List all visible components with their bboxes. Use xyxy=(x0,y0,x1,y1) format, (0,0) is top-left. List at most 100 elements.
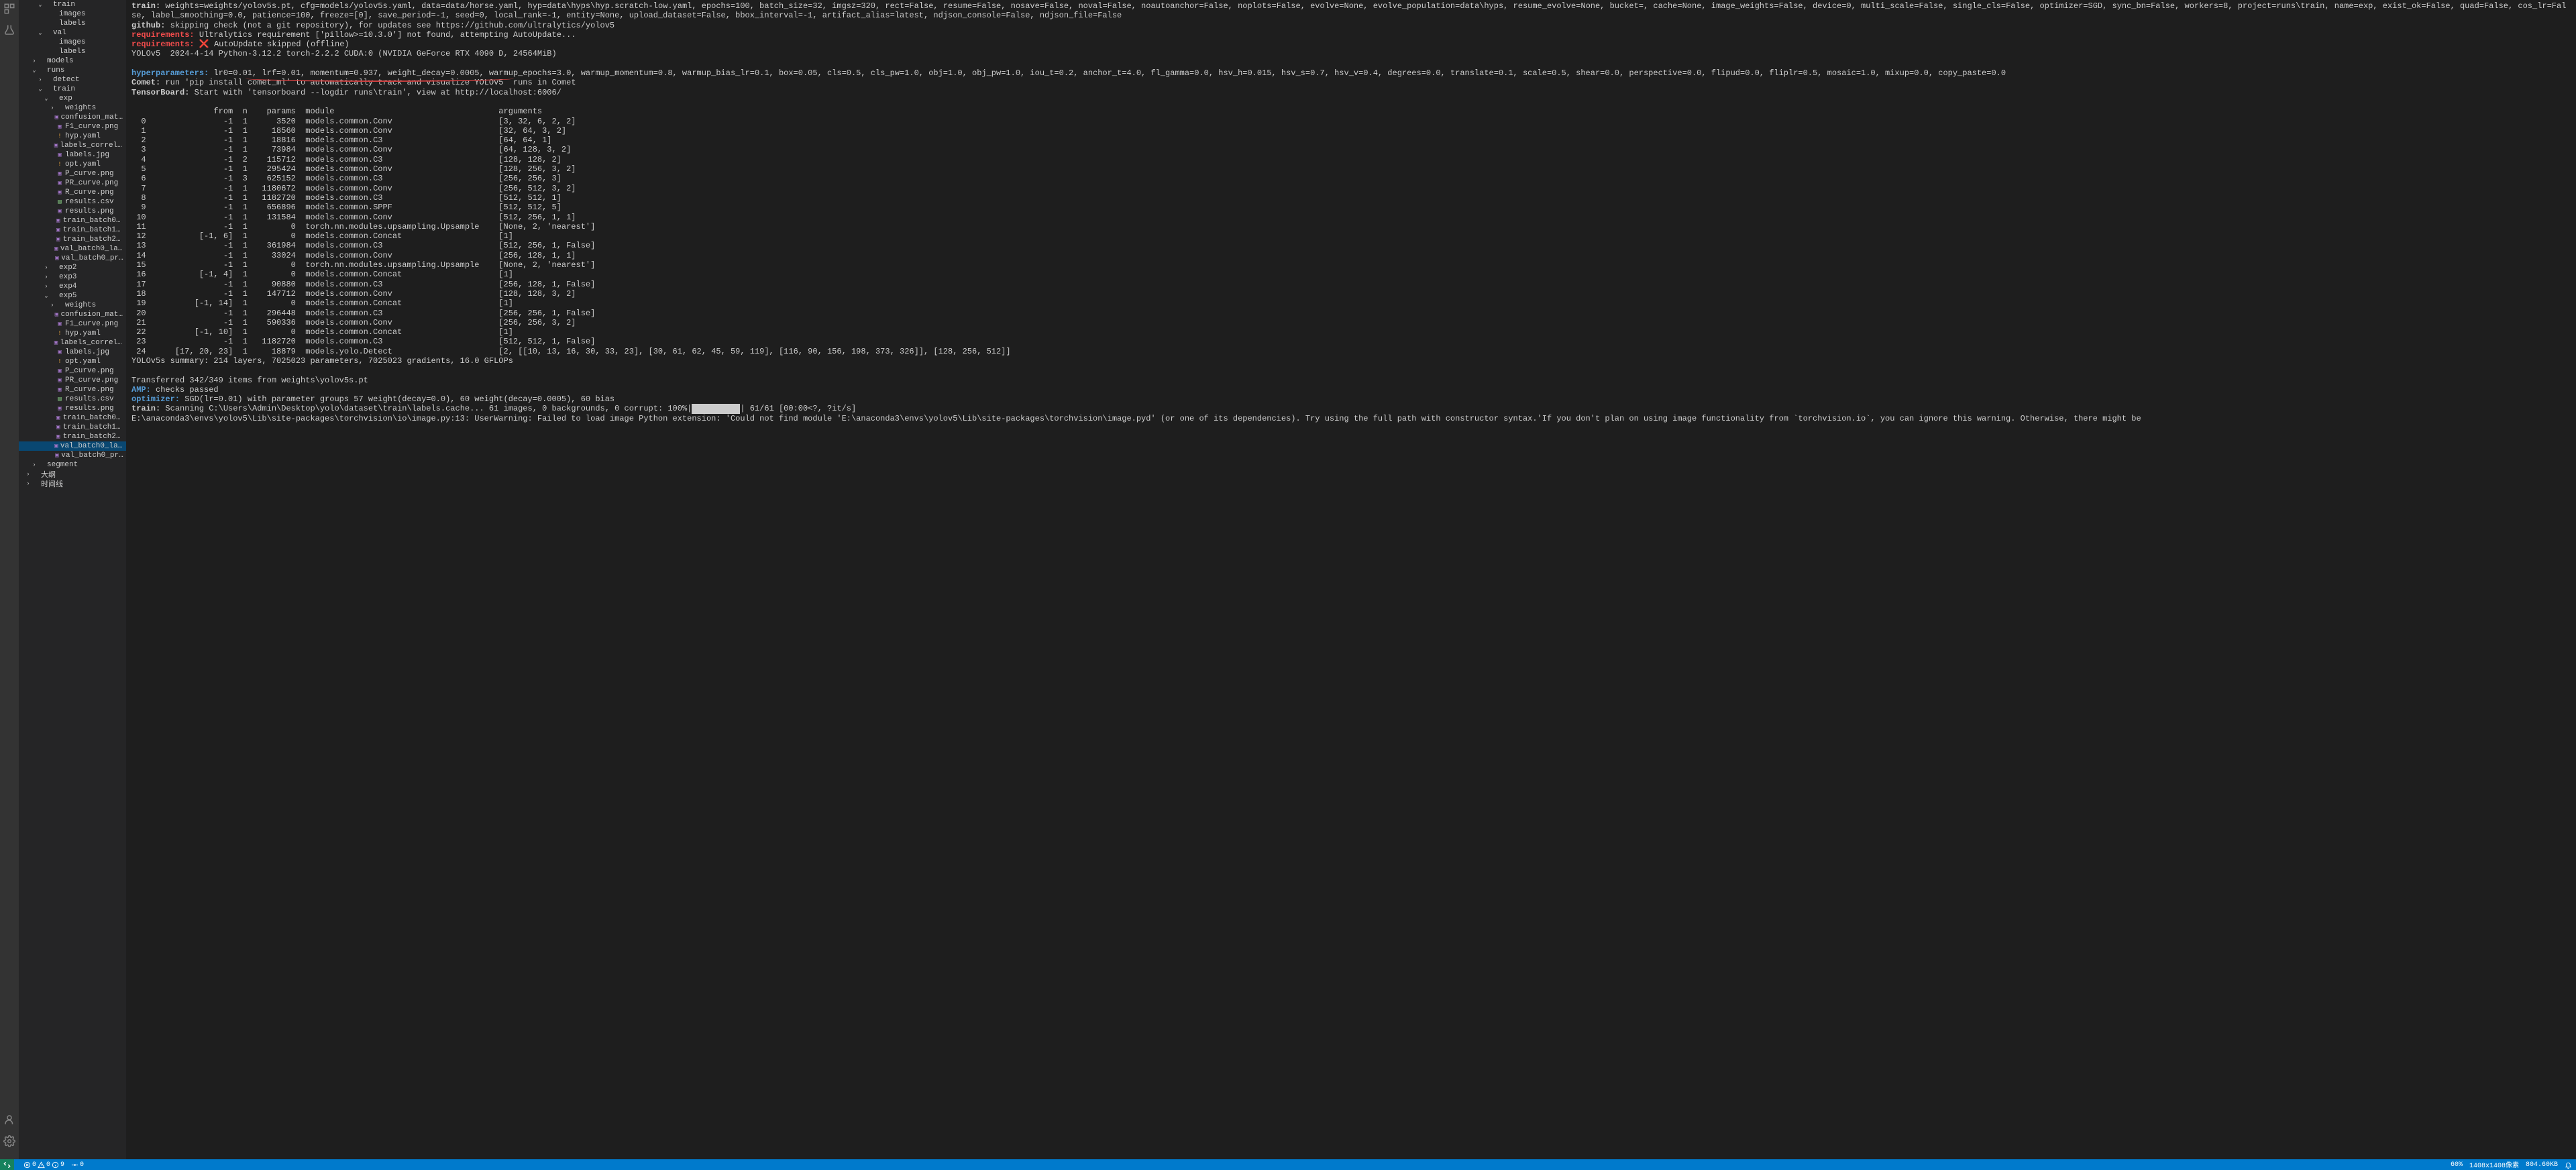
chevron-icon: ⌄ xyxy=(37,30,44,36)
folder-item[interactable]: ›models xyxy=(19,56,126,66)
testing-icon[interactable] xyxy=(3,24,15,36)
terminal-line xyxy=(131,366,2571,375)
tree-item-label: hyp.yaml xyxy=(65,329,101,337)
file-item[interactable]: ▣train_batch0.jpg xyxy=(19,413,126,423)
terminal-line: 17 -1 1 90880 models.common.C3 [256, 128… xyxy=(131,280,2571,289)
chevron-icon: › xyxy=(49,105,56,111)
terminal-line: 15 -1 1 0 torch.nn.modules.upsampling.Up… xyxy=(131,260,2571,270)
terminal-output[interactable]: train: weights=weights/yolov5s.pt, cfg=m… xyxy=(126,0,2576,1159)
file-item[interactable]: ▣labels_correlogram.jpg xyxy=(19,338,126,348)
file-item[interactable]: ▣labels.jpg xyxy=(19,348,126,357)
file-item[interactable]: ▣PR_curve.png xyxy=(19,178,126,188)
remote-indicator[interactable] xyxy=(0,1159,14,1170)
file-item[interactable]: ▣labels_correlogram.jpg xyxy=(19,141,126,150)
folder-item[interactable]: ›detect xyxy=(19,75,126,85)
chevron-icon: ⌄ xyxy=(31,67,38,74)
chevron-icon: › xyxy=(37,76,44,83)
folder-item[interactable]: images xyxy=(19,38,126,47)
folder-item[interactable]: ›exp3 xyxy=(19,272,126,282)
folder-item[interactable]: ›segment xyxy=(19,460,126,470)
folder-item[interactable]: labels xyxy=(19,19,126,28)
file-item[interactable]: !hyp.yaml xyxy=(19,131,126,141)
terminal-line: TensorBoard: Start with 'tensorboard --l… xyxy=(131,88,2571,97)
file-item[interactable]: ▣confusion_matrix.png xyxy=(19,113,126,122)
png-icon: ▣ xyxy=(54,311,59,318)
file-item[interactable]: ▣train_batch1.jpg xyxy=(19,423,126,432)
file-item[interactable]: ▣PR_curve.png xyxy=(19,376,126,385)
file-item[interactable]: ▤results.csv xyxy=(19,394,126,404)
file-item[interactable]: ▣P_curve.png xyxy=(19,366,126,376)
file-item[interactable]: !hyp.yaml xyxy=(19,329,126,338)
file-item[interactable]: ▣val_batch0_labels.jpg xyxy=(19,441,126,451)
status-bell-icon[interactable] xyxy=(2565,1161,2572,1169)
file-item[interactable]: ▣train_batch0.jpg xyxy=(19,216,126,225)
file-item[interactable]: ▣val_batch0_pred.jpg xyxy=(19,254,126,263)
label-comet: Comet: xyxy=(131,78,160,87)
terminal-line: train: weights=weights/yolov5s.pt, cfg=m… xyxy=(131,1,2571,21)
folder-item[interactable]: ›时间线 xyxy=(19,479,126,488)
status-ports[interactable]: 0 xyxy=(71,1161,84,1169)
file-item[interactable]: ▣F1_curve.png xyxy=(19,122,126,131)
status-zoom[interactable]: 60% xyxy=(2451,1161,2463,1169)
file-item[interactable]: ▣val_batch0_labels.jpg xyxy=(19,244,126,254)
jpg-icon: ▣ xyxy=(55,424,62,431)
file-item[interactable]: ▣F1_curve.png xyxy=(19,319,126,329)
status-errors-count: 0 xyxy=(32,1161,36,1169)
extensions-icon[interactable] xyxy=(3,3,15,15)
terminal-line: YOLOv5s summary: 214 layers, 7025023 par… xyxy=(131,356,2571,366)
folder-item[interactable]: ›exp2 xyxy=(19,263,126,272)
folder-item[interactable]: ⌄train xyxy=(19,85,126,94)
file-item[interactable]: ▣R_curve.png xyxy=(19,188,126,197)
jpg-icon: ▣ xyxy=(54,443,59,449)
terminal-line: 12 [-1, 6] 1 0 models.common.Concat [1] xyxy=(131,231,2571,241)
accounts-icon[interactable] xyxy=(3,1114,15,1126)
status-dimensions[interactable]: 1408x1408像素 xyxy=(2469,1159,2519,1170)
chevron-icon: › xyxy=(43,274,50,280)
label-requirements: requirements: xyxy=(131,40,195,49)
folder-item[interactable]: ›大纲 xyxy=(19,470,126,479)
file-item[interactable]: ▣train_batch2.jpg xyxy=(19,432,126,441)
folder-item[interactable]: ⌄val xyxy=(19,28,126,38)
png-icon: ▣ xyxy=(56,321,64,327)
file-item[interactable]: ▣labels.jpg xyxy=(19,150,126,160)
folder-item[interactable]: labels xyxy=(19,47,126,56)
folder-item[interactable]: ⌄exp xyxy=(19,94,126,103)
terminal-line: 11 -1 1 0 torch.nn.modules.upsampling.Up… xyxy=(131,222,2571,231)
file-item[interactable]: !opt.yaml xyxy=(19,357,126,366)
settings-gear-icon[interactable] xyxy=(3,1135,15,1147)
tree-item-label: confusion_matrix.png xyxy=(61,113,123,121)
chevron-icon: ⌄ xyxy=(43,95,50,102)
status-problems[interactable]: 0 0 9 xyxy=(23,1161,64,1169)
file-item[interactable]: !opt.yaml xyxy=(19,160,126,169)
file-item[interactable]: ▣results.png xyxy=(19,404,126,413)
folder-item[interactable]: ⌄runs xyxy=(19,66,126,75)
terminal-line: 14 -1 1 33024 models.common.Conv [256, 1… xyxy=(131,251,2571,260)
terminal-line: 23 -1 1 1182720 models.common.C3 [512, 5… xyxy=(131,337,2571,346)
file-item[interactable]: ▣confusion_matrix.png xyxy=(19,310,126,319)
file-item[interactable]: ▣val_batch0_pred.jpg xyxy=(19,451,126,460)
file-item[interactable]: ▣R_curve.png xyxy=(19,385,126,394)
file-item[interactable]: ▣train_batch2.jpg xyxy=(19,235,126,244)
terminal-line: 21 -1 1 590336 models.common.Conv [256, … xyxy=(131,318,2571,327)
file-item[interactable]: ▤results.csv xyxy=(19,197,126,207)
file-item[interactable]: ▣train_batch1.jpg xyxy=(19,225,126,235)
png-icon: ▣ xyxy=(54,142,59,149)
terminal-line: 5 -1 1 295424 models.common.Conv [128, 2… xyxy=(131,164,2571,174)
folder-item[interactable]: ›exp4 xyxy=(19,282,126,291)
file-explorer-sidebar[interactable]: ⌄trainimageslabels⌄valimageslabels›model… xyxy=(19,0,126,1159)
file-item[interactable]: ▣results.png xyxy=(19,207,126,216)
file-item[interactable]: ▣P_curve.png xyxy=(19,169,126,178)
folder-item[interactable]: images xyxy=(19,9,126,19)
folder-item[interactable]: ›weights xyxy=(19,301,126,310)
csv-icon: ▤ xyxy=(56,199,64,205)
terminal-line: 18 -1 1 147712 models.common.Conv [128, … xyxy=(131,289,2571,299)
folder-item[interactable]: ›weights xyxy=(19,103,126,113)
status-filesize[interactable]: 804.60KB xyxy=(2526,1161,2558,1169)
terminal-line: YOLOv5 2024-4-14 Python-3.12.2 torch-2.2… xyxy=(131,49,2571,58)
tree-item-label: PR_curve.png xyxy=(65,376,118,384)
chevron-icon: › xyxy=(49,302,56,309)
terminal-line: 3 -1 1 73984 models.common.Conv [64, 128… xyxy=(131,145,2571,154)
folder-item[interactable]: ⌄exp5 xyxy=(19,291,126,301)
chevron-icon: ⌄ xyxy=(43,292,50,299)
folder-item[interactable]: ⌄train xyxy=(19,0,126,9)
